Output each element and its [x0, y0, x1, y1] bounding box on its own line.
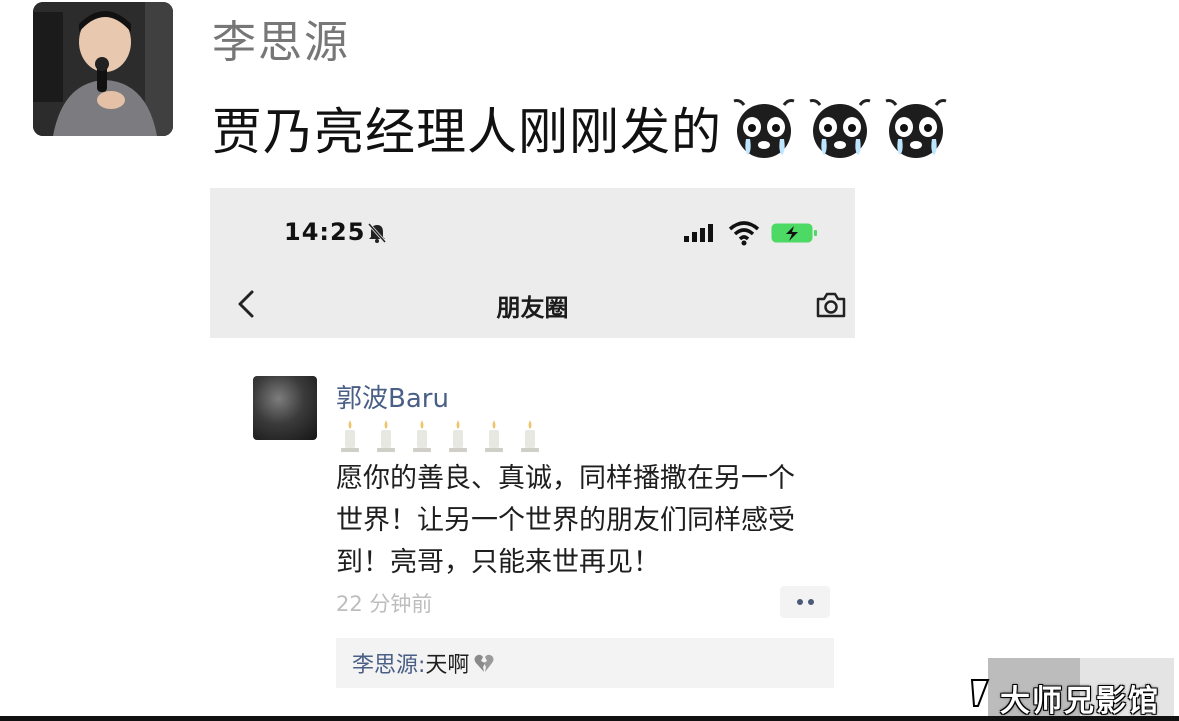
post-author[interactable]: 郭波Baru — [336, 378, 449, 415]
sender-avatar[interactable] — [33, 2, 173, 136]
emoji-group — [730, 97, 950, 159]
watermark-logo-icon — [970, 679, 990, 707]
battery-charging-icon — [771, 223, 817, 243]
author-avatar[interactable] — [253, 376, 317, 440]
chat-message: 贾乃亮经理人刚刚发的 — [212, 92, 950, 164]
comment-author[interactable]: 李思源: — [352, 647, 425, 679]
post-text-line: 愿你的善良、真诚，同样播撒在另一个 — [336, 463, 795, 494]
sender-name: 李思源 — [212, 17, 350, 68]
crying-face-emoji-icon — [733, 99, 795, 158]
post-text-line: 到！亮哥，只能来世再见！ — [336, 547, 660, 578]
signal-icon — [684, 224, 713, 242]
broken-heart-icon — [474, 654, 494, 672]
candle-icon — [377, 420, 395, 452]
candle-icon — [521, 420, 539, 452]
more-options-button[interactable] — [780, 586, 830, 618]
crying-face-emoji-icon — [885, 99, 947, 158]
candle-icon — [341, 420, 359, 452]
post-text-line: 世界！让另一个世界的朋友们同样感受 — [336, 505, 795, 536]
moments-header: 14:25 朋友圈 — [210, 188, 855, 338]
comment-text: 天啊 — [425, 653, 470, 678]
candle-icon — [413, 420, 431, 452]
comment-box: 李思源: 天啊 — [336, 638, 834, 688]
crying-face-emoji-icon — [809, 99, 871, 158]
candle-icon — [449, 420, 467, 452]
more-dots-icon — [796, 599, 803, 605]
more-dots-icon — [807, 599, 814, 605]
candle-icon — [485, 420, 503, 452]
bottom-divider — [0, 716, 1179, 721]
camera-icon[interactable] — [814, 290, 848, 320]
wifi-icon — [728, 221, 760, 246]
status-time: 14:25 — [284, 218, 366, 246]
post-timestamp: 22 分钟前 — [336, 592, 433, 616]
page-title: 朋友圈 — [496, 294, 569, 322]
bell-muted-icon — [367, 223, 387, 243]
post-text: 愿你的善良、真诚，同样播撒在另一个 世界！让另一个世界的朋友们同样感受 到！亮哥… — [336, 458, 836, 584]
watermark-text: 大师兄影馆 — [1000, 684, 1160, 719]
candle-emoji-row — [338, 418, 542, 454]
chat-message-text: 贾乃亮经理人刚刚发的 — [212, 103, 722, 161]
